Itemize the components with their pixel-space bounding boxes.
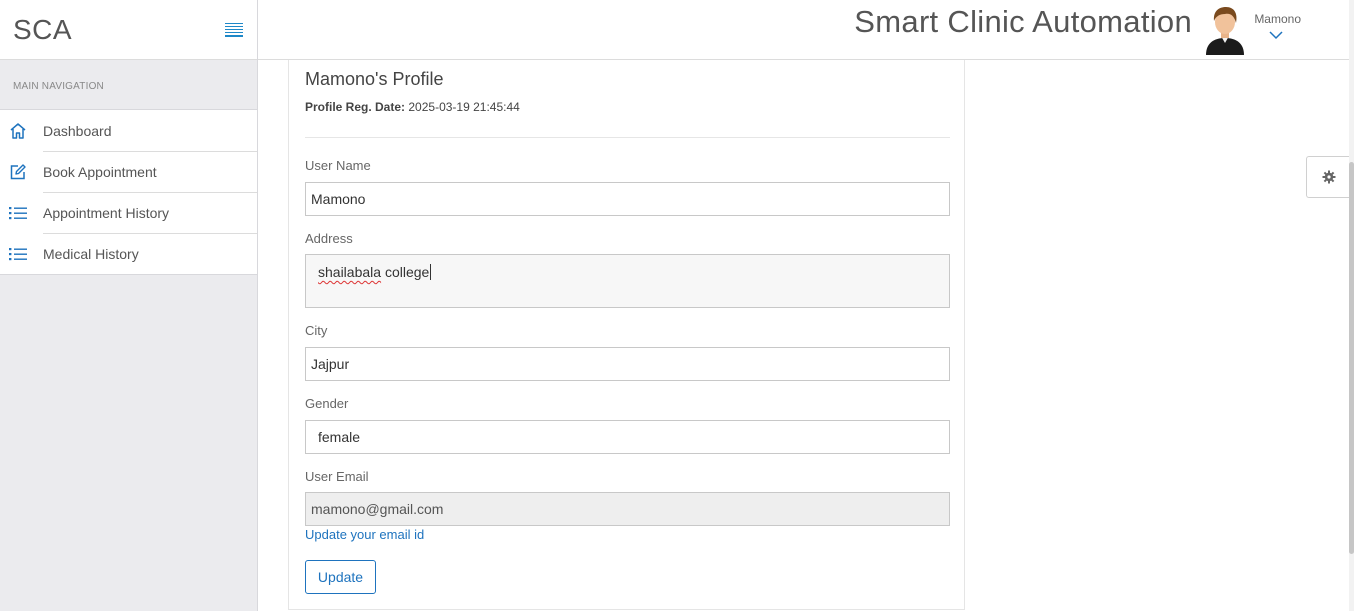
list-icon [0,247,43,261]
update-button[interactable]: Update [305,560,376,594]
page-scrollbar[interactable] [1349,0,1354,611]
reg-date-label: Profile Reg. Date: [305,100,406,114]
email-label: User Email [305,469,369,484]
list-icon [0,206,43,220]
sidebar-item-label: Medical History [43,233,257,274]
address-word-misspelled: shailabala [318,264,382,280]
address-label: Address [305,231,353,246]
gender-label: Gender [305,396,349,411]
gear-icon [1322,170,1335,184]
settings-toggle-button[interactable] [1306,156,1350,198]
edit-icon [0,163,43,181]
city-label: City [305,323,328,338]
app-title: Smart Clinic Automation [854,4,1192,39]
reg-date-value: 2025-03-19 21:45:44 [408,100,520,114]
sidebar-item-medical-history[interactable]: Medical History [0,233,257,274]
email-input [305,492,950,526]
sidebar-item-appointment-history[interactable]: Appointment History [0,192,257,233]
profile-title: Mamono's Profile [305,69,444,89]
profile-reg-date: Profile Reg. Date: 2025-03-19 21:45:44 [305,100,520,114]
home-icon [0,122,43,140]
nav-list: Dashboard Book Appointment Appointment H… [0,109,257,275]
sidebar-item-label: Appointment History [43,192,257,233]
user-avatar-icon[interactable] [1204,5,1246,55]
gender-selected-value: female [318,429,361,445]
brand-bar: SCA [0,0,257,60]
sidebar-item-dashboard[interactable]: Dashboard [0,110,257,151]
address-textarea[interactable]: shailabala college [305,254,950,308]
sidebar-item-label: Book Appointment [43,151,257,192]
brand-logo[interactable]: SCA [13,14,72,46]
city-input[interactable] [305,347,950,381]
scrollbar-thumb[interactable] [1349,162,1354,554]
sidebar: SCA MAIN NAVIGATION Dashboard Book Appoi… [0,0,258,611]
sidebar-item-label: Dashboard [43,122,112,139]
main-content: Mamono's Profile Profile Reg. Date: 2025… [258,60,1354,611]
gender-select[interactable]: female [305,420,950,454]
user-name[interactable]: Mamono [1254,12,1301,26]
hamburger-menu-icon[interactable] [225,22,243,37]
divider [305,137,950,138]
chevron-down-icon[interactable] [1268,30,1284,40]
username-label: User Name [305,158,371,173]
sidebar-item-book-appointment[interactable]: Book Appointment [0,151,257,192]
top-bar: Smart Clinic Automation Mamono [258,0,1354,60]
nav-header: MAIN NAVIGATION [13,81,104,92]
address-word: college [381,264,430,280]
profile-card: Mamono's Profile Profile Reg. Date: 2025… [288,60,965,610]
username-input[interactable] [305,182,950,216]
update-email-link[interactable]: Update your email id [305,527,424,542]
